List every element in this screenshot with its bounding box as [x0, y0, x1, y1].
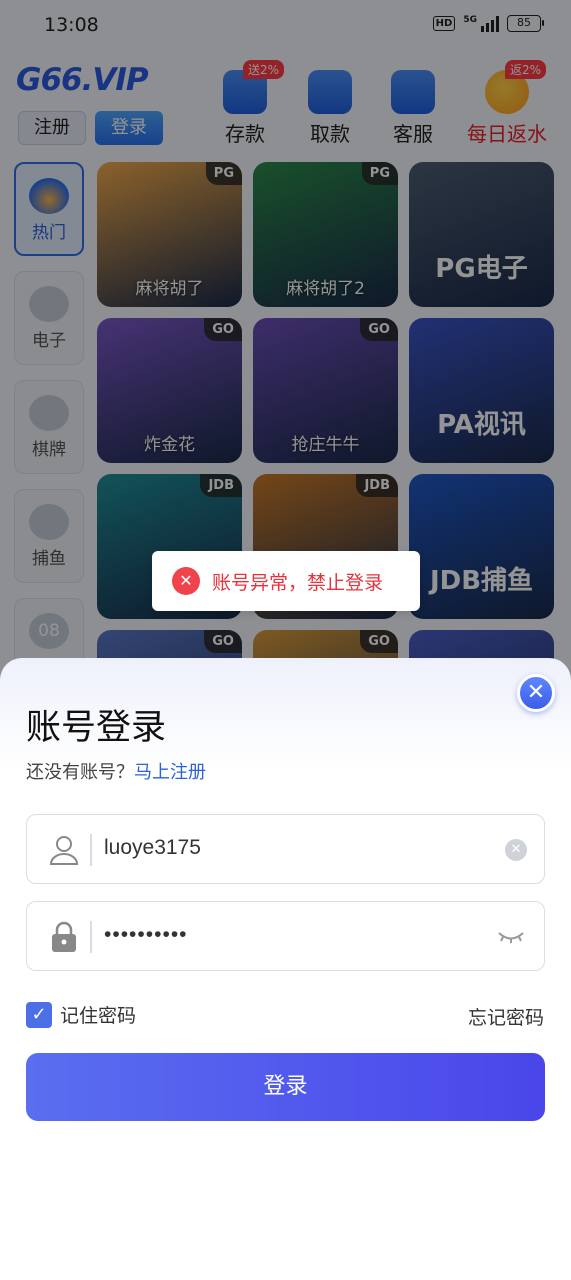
password-field[interactable]: ••••••••••: [26, 901, 545, 971]
error-x-icon: ✕: [172, 567, 200, 595]
register-link[interactable]: 马上注册: [134, 762, 206, 783]
no-account-text: 还没有账号？: [26, 762, 134, 783]
field-divider: [90, 834, 92, 866]
user-icon: [49, 836, 79, 865]
clear-input-icon[interactable]: ✕: [505, 839, 527, 861]
login-sheet: ✕ 账号登录 还没有账号？马上注册 luoye3175 ✕ ••••••••••…: [0, 658, 571, 1280]
login-title: 账号登录: [26, 708, 167, 748]
eye-closed-icon[interactable]: [498, 930, 524, 944]
lock-icon: [52, 921, 76, 952]
error-toast: ✕ 账号异常，禁止登录: [152, 551, 420, 611]
remember-checkbox[interactable]: ✓: [26, 1001, 52, 1028]
password-input[interactable]: ••••••••••: [104, 923, 188, 947]
field-divider: [90, 921, 92, 953]
close-icon: ✕: [526, 680, 546, 705]
toast-message: 账号异常，禁止登录: [212, 571, 384, 594]
username-input[interactable]: luoye3175: [104, 836, 201, 860]
forgot-password-link[interactable]: 忘记密码: [468, 1003, 544, 1030]
register-prompt: 还没有账号？马上注册: [26, 758, 206, 784]
remember-password[interactable]: ✓ 记住密码: [26, 1001, 136, 1028]
username-field[interactable]: luoye3175 ✕: [26, 814, 545, 884]
remember-label: 记住密码: [60, 1005, 137, 1027]
login-submit-button[interactable]: 登录: [26, 1053, 545, 1121]
close-button[interactable]: ✕: [517, 674, 555, 712]
